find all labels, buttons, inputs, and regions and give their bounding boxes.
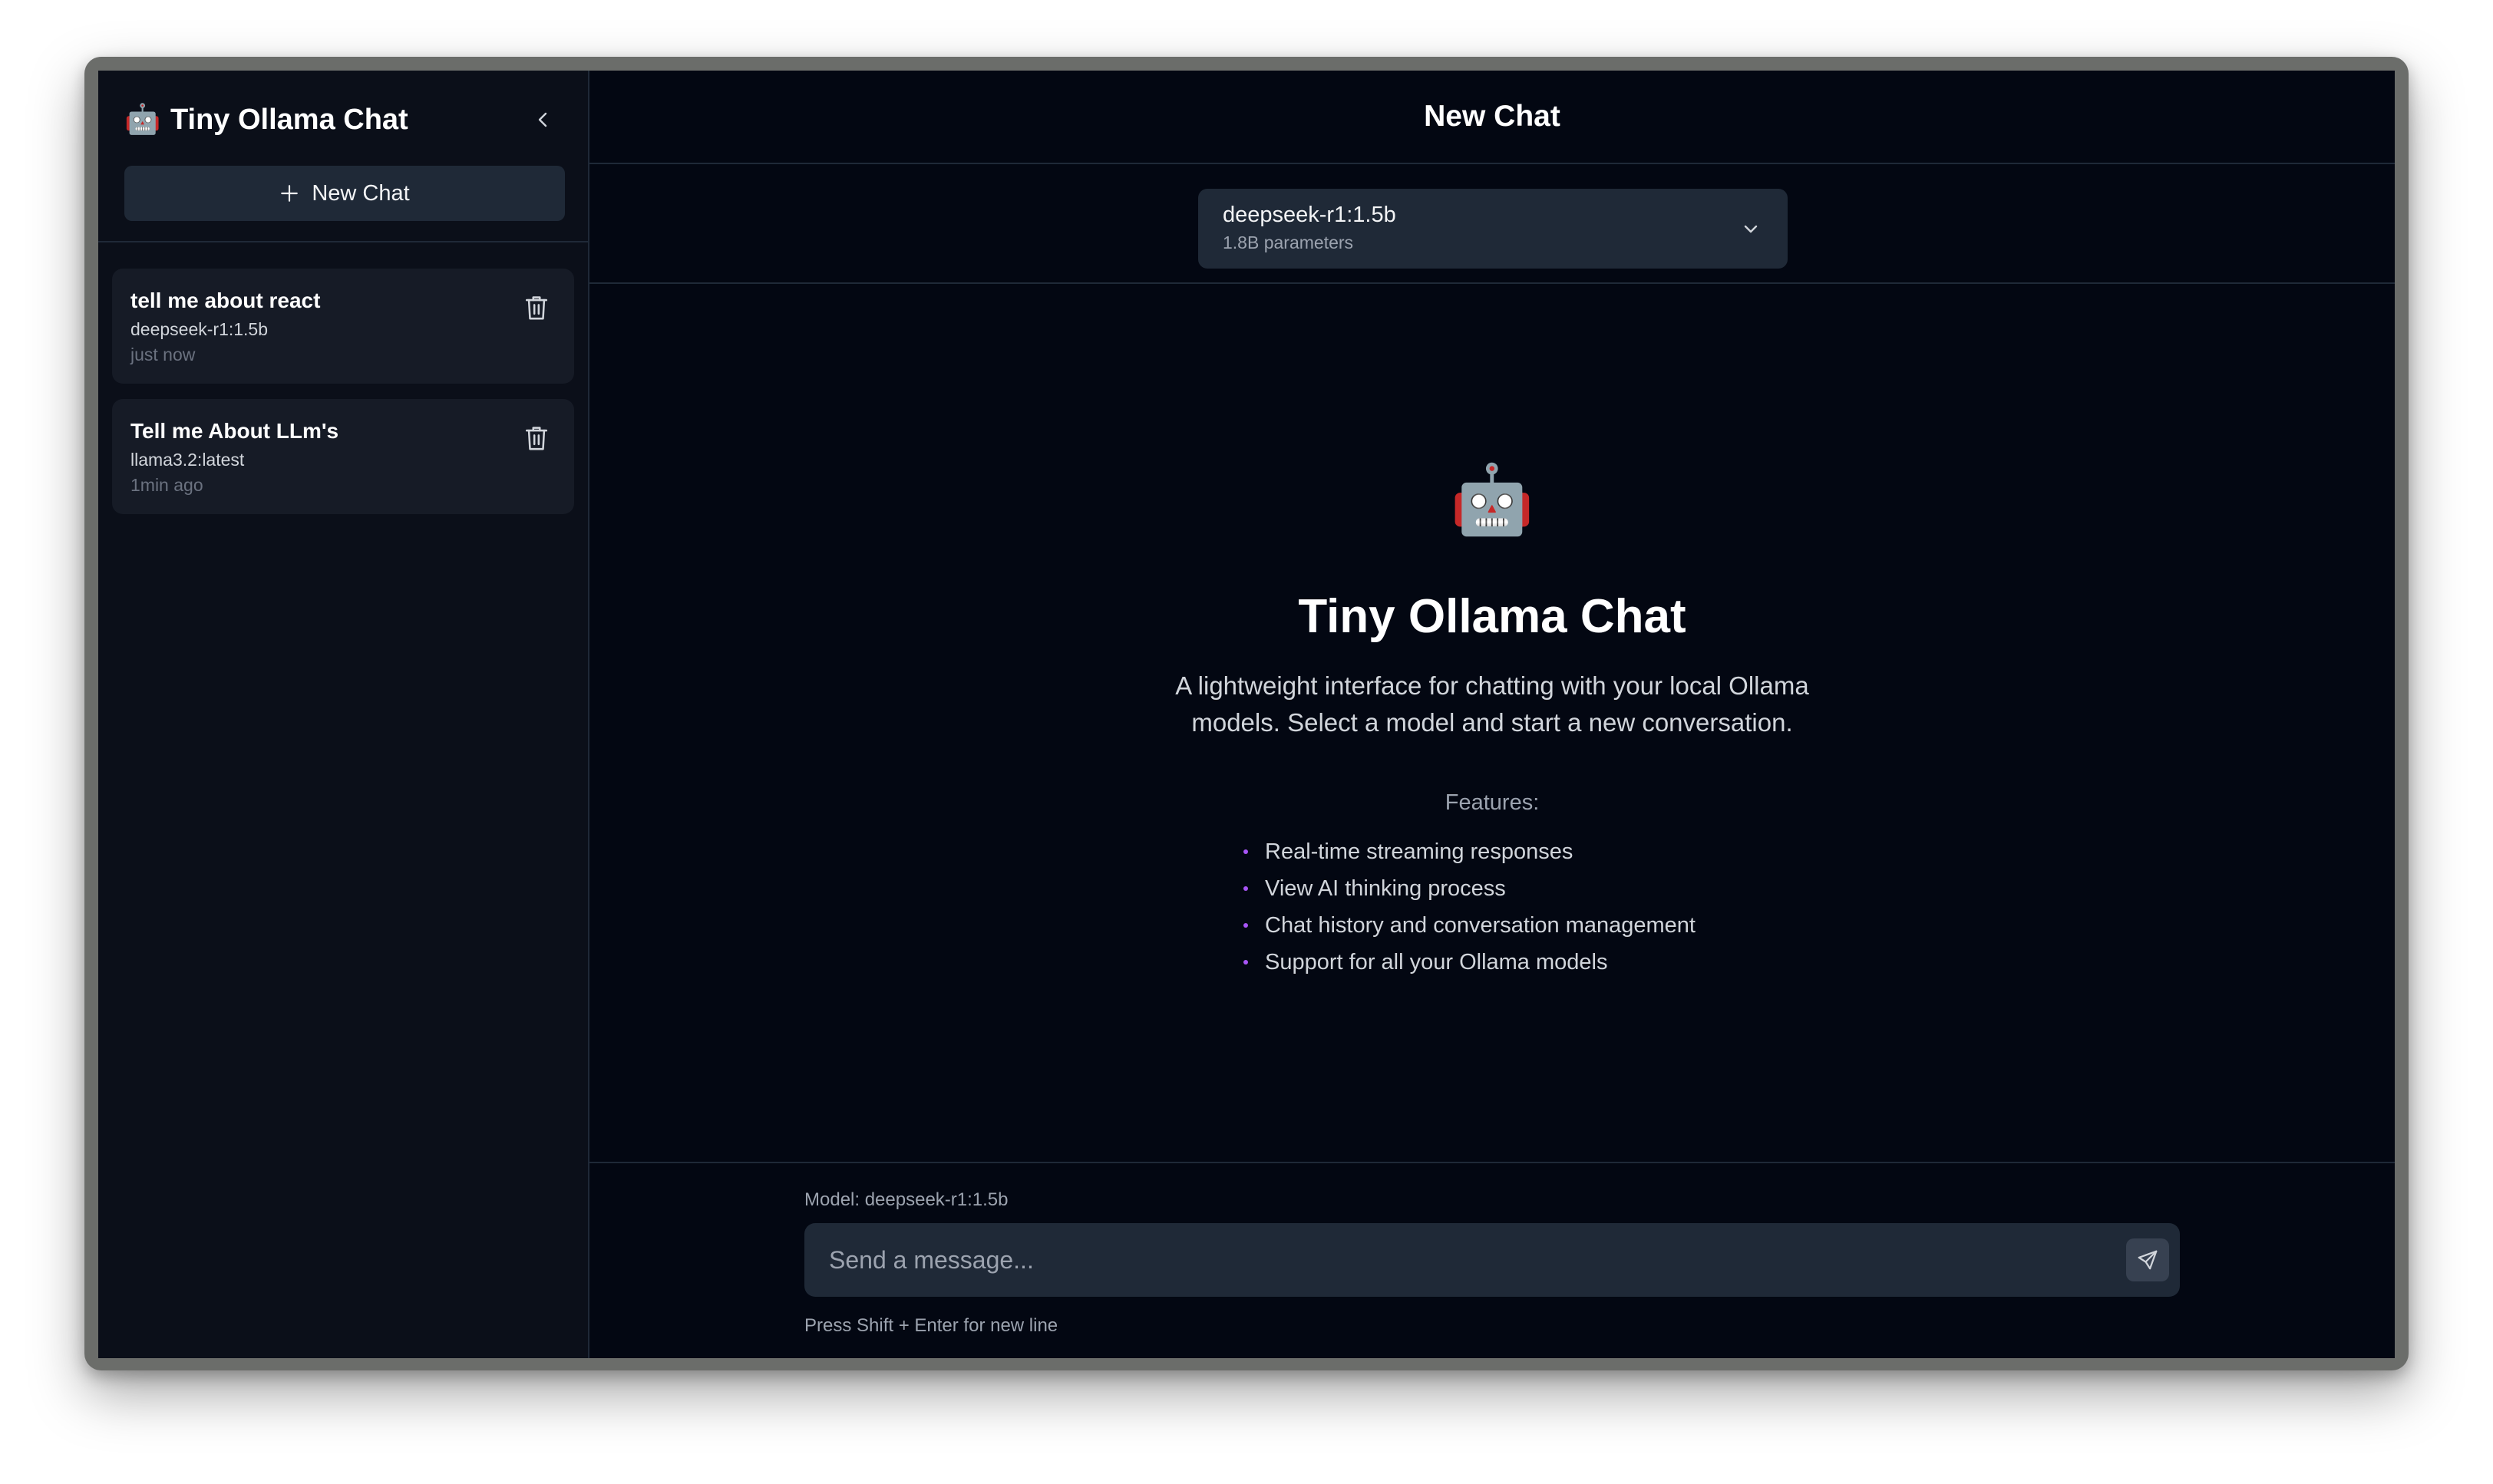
main-header: New Chat xyxy=(589,71,2395,164)
feature-item: Chat history and conversation management xyxy=(1243,907,1696,944)
new-chat-button[interactable]: New Chat xyxy=(124,166,565,221)
robot-icon: 🤖 xyxy=(1450,461,1534,537)
composer-model-label: Model: deepseek-r1:1.5b xyxy=(804,1189,1009,1210)
chat-title: Tell me About LLm's xyxy=(130,419,339,443)
chat-history-item[interactable]: tell me about react deepseek-r1:1.5b jus… xyxy=(112,269,574,384)
selected-model-params: 1.8B parameters xyxy=(1223,232,1354,252)
welcome-title: Tiny Ollama Chat xyxy=(1298,590,1686,643)
main-panel: New Chat deepseek-r1:1.5b 1.8B parameter… xyxy=(589,71,2395,1358)
chat-timestamp: just now xyxy=(130,345,196,364)
send-icon xyxy=(2138,1250,2158,1270)
features-list: Real-time streaming responses View AI th… xyxy=(1243,833,1696,981)
selected-model-name: deepseek-r1:1.5b xyxy=(1223,203,1396,227)
app-title: Tiny Ollama Chat xyxy=(170,103,408,136)
bullet-icon xyxy=(1243,886,1248,891)
send-button[interactable] xyxy=(2126,1238,2169,1281)
chat-model: llama3.2:latest xyxy=(130,450,245,470)
feature-item: View AI thinking process xyxy=(1243,870,1696,907)
chat-timestamp: 1min ago xyxy=(130,475,203,495)
welcome-description: A lightweight interface for chatting wit… xyxy=(1175,671,1809,737)
collapse-sidebar-button[interactable] xyxy=(528,104,559,135)
app-window: 🤖 Tiny Ollama Chat New Chat tell me abou… xyxy=(98,71,2395,1358)
sidebar: 🤖 Tiny Ollama Chat New Chat tell me abou… xyxy=(98,71,589,1358)
chevron-down-icon xyxy=(1744,225,1758,233)
feature-item: Support for all your Ollama models xyxy=(1243,944,1696,981)
chat-title: tell me about react xyxy=(130,289,321,312)
bullet-icon xyxy=(1243,960,1248,965)
sidebar-header: 🤖 Tiny Ollama Chat New Chat xyxy=(98,71,588,242)
chat-history-item[interactable]: Tell me About LLm's llama3.2:latest 1min… xyxy=(112,399,574,514)
feature-item: Real-time streaming responses xyxy=(1243,833,1696,870)
model-select-dropdown[interactable]: deepseek-r1:1.5b 1.8B parameters xyxy=(1198,189,1788,269)
trash-icon[interactable] xyxy=(523,293,550,322)
model-bar: deepseek-r1:1.5b 1.8B parameters xyxy=(589,164,2395,284)
chat-model: deepseek-r1:1.5b xyxy=(130,319,269,339)
page-title: New Chat xyxy=(1424,100,1560,133)
chat-history-list: tell me about react deepseek-r1:1.5b jus… xyxy=(98,242,588,540)
message-input[interactable] xyxy=(804,1223,2109,1297)
new-chat-label: New Chat xyxy=(312,180,410,206)
message-composer: Model: deepseek-r1:1.5b Press Shift + En… xyxy=(589,1162,2395,1358)
bullet-icon xyxy=(1243,849,1248,854)
welcome-panel: 🤖 Tiny Ollama Chat A lightweight interfa… xyxy=(589,284,2395,1162)
robot-logo-icon: 🤖 xyxy=(124,104,161,136)
trash-icon[interactable] xyxy=(523,424,550,453)
composer-hint: Press Shift + Enter for new line xyxy=(804,1315,1058,1336)
bullet-icon xyxy=(1243,923,1248,928)
plus-icon xyxy=(281,185,299,202)
chevron-left-icon xyxy=(538,112,547,127)
message-input-box xyxy=(804,1223,2180,1297)
features-label: Features: xyxy=(1445,790,1540,815)
